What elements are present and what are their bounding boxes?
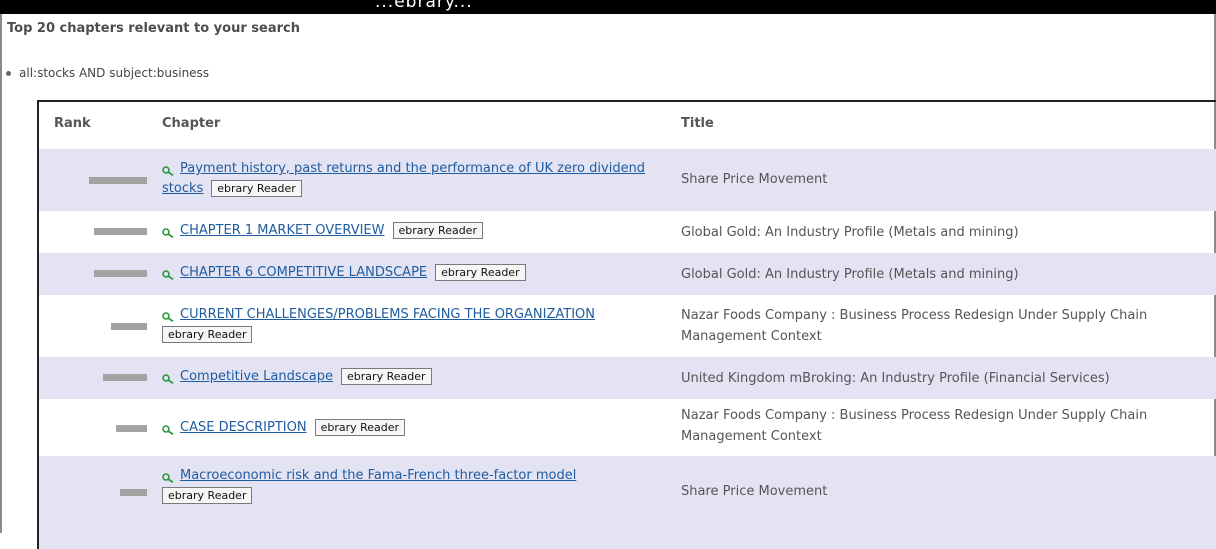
bullet-icon (6, 71, 11, 76)
page-heading: Top 20 chapters relevant to your search (7, 21, 300, 36)
title-cell: United Kingdom mBroking: An Industry Pro… (681, 371, 1110, 386)
rank-bar (89, 177, 147, 184)
column-header-chapter: Chapter (162, 116, 221, 131)
table-row: Competitive Landscape ebrary Reader Unite… (39, 357, 1216, 399)
results-table: Rank Chapter Title Payment history, past… (37, 100, 1216, 549)
chapter-link[interactable]: CASE DESCRIPTION (180, 420, 307, 435)
ebrary-reader-button[interactable]: ebrary Reader (392, 222, 483, 239)
title-cell: Nazar Foods Company : Business Process R… (681, 308, 1148, 344)
ebrary-reader-button[interactable]: ebrary Reader (341, 368, 432, 385)
table-row: CHAPTER 1 MARKET OVERVIEW ebrary Reader G… (39, 211, 1216, 253)
ebrary-reader-button[interactable]: ebrary Reader (162, 487, 253, 504)
rank-bar (111, 323, 147, 330)
chapter-cell: CHAPTER 1 MARKET OVERVIEW ebrary Reader (162, 221, 662, 241)
chapter-cell: Competitive Landscape ebrary Reader (162, 367, 662, 387)
rank-bar (116, 425, 147, 432)
search-icon (162, 267, 174, 280)
top-strip-text: ...ebrary... (375, 0, 473, 12)
top-strip: ...ebrary... (0, 0, 1216, 14)
table-row: CHAPTER 6 COMPETITIVE LANDSCAPE ebrary Re… (39, 253, 1216, 295)
table-row: CASE DESCRIPTION ebrary Reader Nazar Food… (39, 399, 1216, 456)
chapter-cell: Payment history, past returns and the pe… (162, 159, 662, 199)
chapter-link[interactable]: CHAPTER 1 MARKET OVERVIEW (180, 223, 385, 238)
chapter-cell: CURRENT CHALLENGES/PROBLEMS FACING THE O… (162, 305, 662, 345)
table-row: Macroeconomic risk and the Fama-French t… (39, 456, 1216, 549)
ebrary-reader-button[interactable]: ebrary Reader (162, 326, 253, 343)
results-panel: Top 20 chapters relevant to your search … (0, 14, 1216, 549)
ebrary-reader-button[interactable]: ebrary Reader (435, 264, 526, 281)
search-query-text: all:stocks AND subject:business (19, 66, 210, 80)
table-row: Payment history, past returns and the pe… (39, 149, 1216, 211)
title-cell: Global Gold: An Industry Profile (Metals… (681, 267, 1019, 282)
search-icon (162, 470, 174, 483)
rank-bar (120, 489, 147, 496)
table-row: CURRENT CHALLENGES/PROBLEMS FACING THE O… (39, 295, 1216, 357)
search-icon (162, 371, 174, 384)
title-cell: Share Price Movement (681, 484, 828, 499)
rank-bar (94, 270, 147, 277)
chapter-link[interactable]: CHAPTER 6 COMPETITIVE LANDSCAPE (180, 265, 427, 280)
rank-bar (103, 374, 147, 381)
title-cell: Share Price Movement (681, 172, 828, 187)
rank-bar (94, 228, 147, 235)
chapter-link[interactable]: Macroeconomic risk and the Fama-French t… (180, 468, 576, 483)
search-icon (162, 163, 174, 176)
chapter-link[interactable]: CURRENT CHALLENGES/PROBLEMS FACING THE O… (180, 307, 595, 322)
title-cell: Nazar Foods Company : Business Process R… (681, 408, 1148, 444)
column-header-rank: Rank (54, 116, 91, 131)
search-icon (162, 422, 174, 435)
search-icon (162, 225, 174, 238)
chapter-cell: Macroeconomic risk and the Fama-French t… (162, 466, 662, 506)
column-header-title: Title (681, 116, 714, 131)
chapter-cell: CHAPTER 6 COMPETITIVE LANDSCAPE ebrary Re… (162, 263, 662, 283)
chapter-link[interactable]: Competitive Landscape (180, 369, 333, 384)
chapter-cell: CASE DESCRIPTION ebrary Reader (162, 418, 662, 438)
search-icon (162, 309, 174, 322)
search-query: all:stocks AND subject:business (5, 66, 209, 80)
title-cell: Global Gold: An Industry Profile (Metals… (681, 225, 1019, 240)
ebrary-reader-button[interactable]: ebrary Reader (314, 419, 406, 436)
ebrary-reader-button[interactable]: ebrary Reader (211, 180, 302, 197)
